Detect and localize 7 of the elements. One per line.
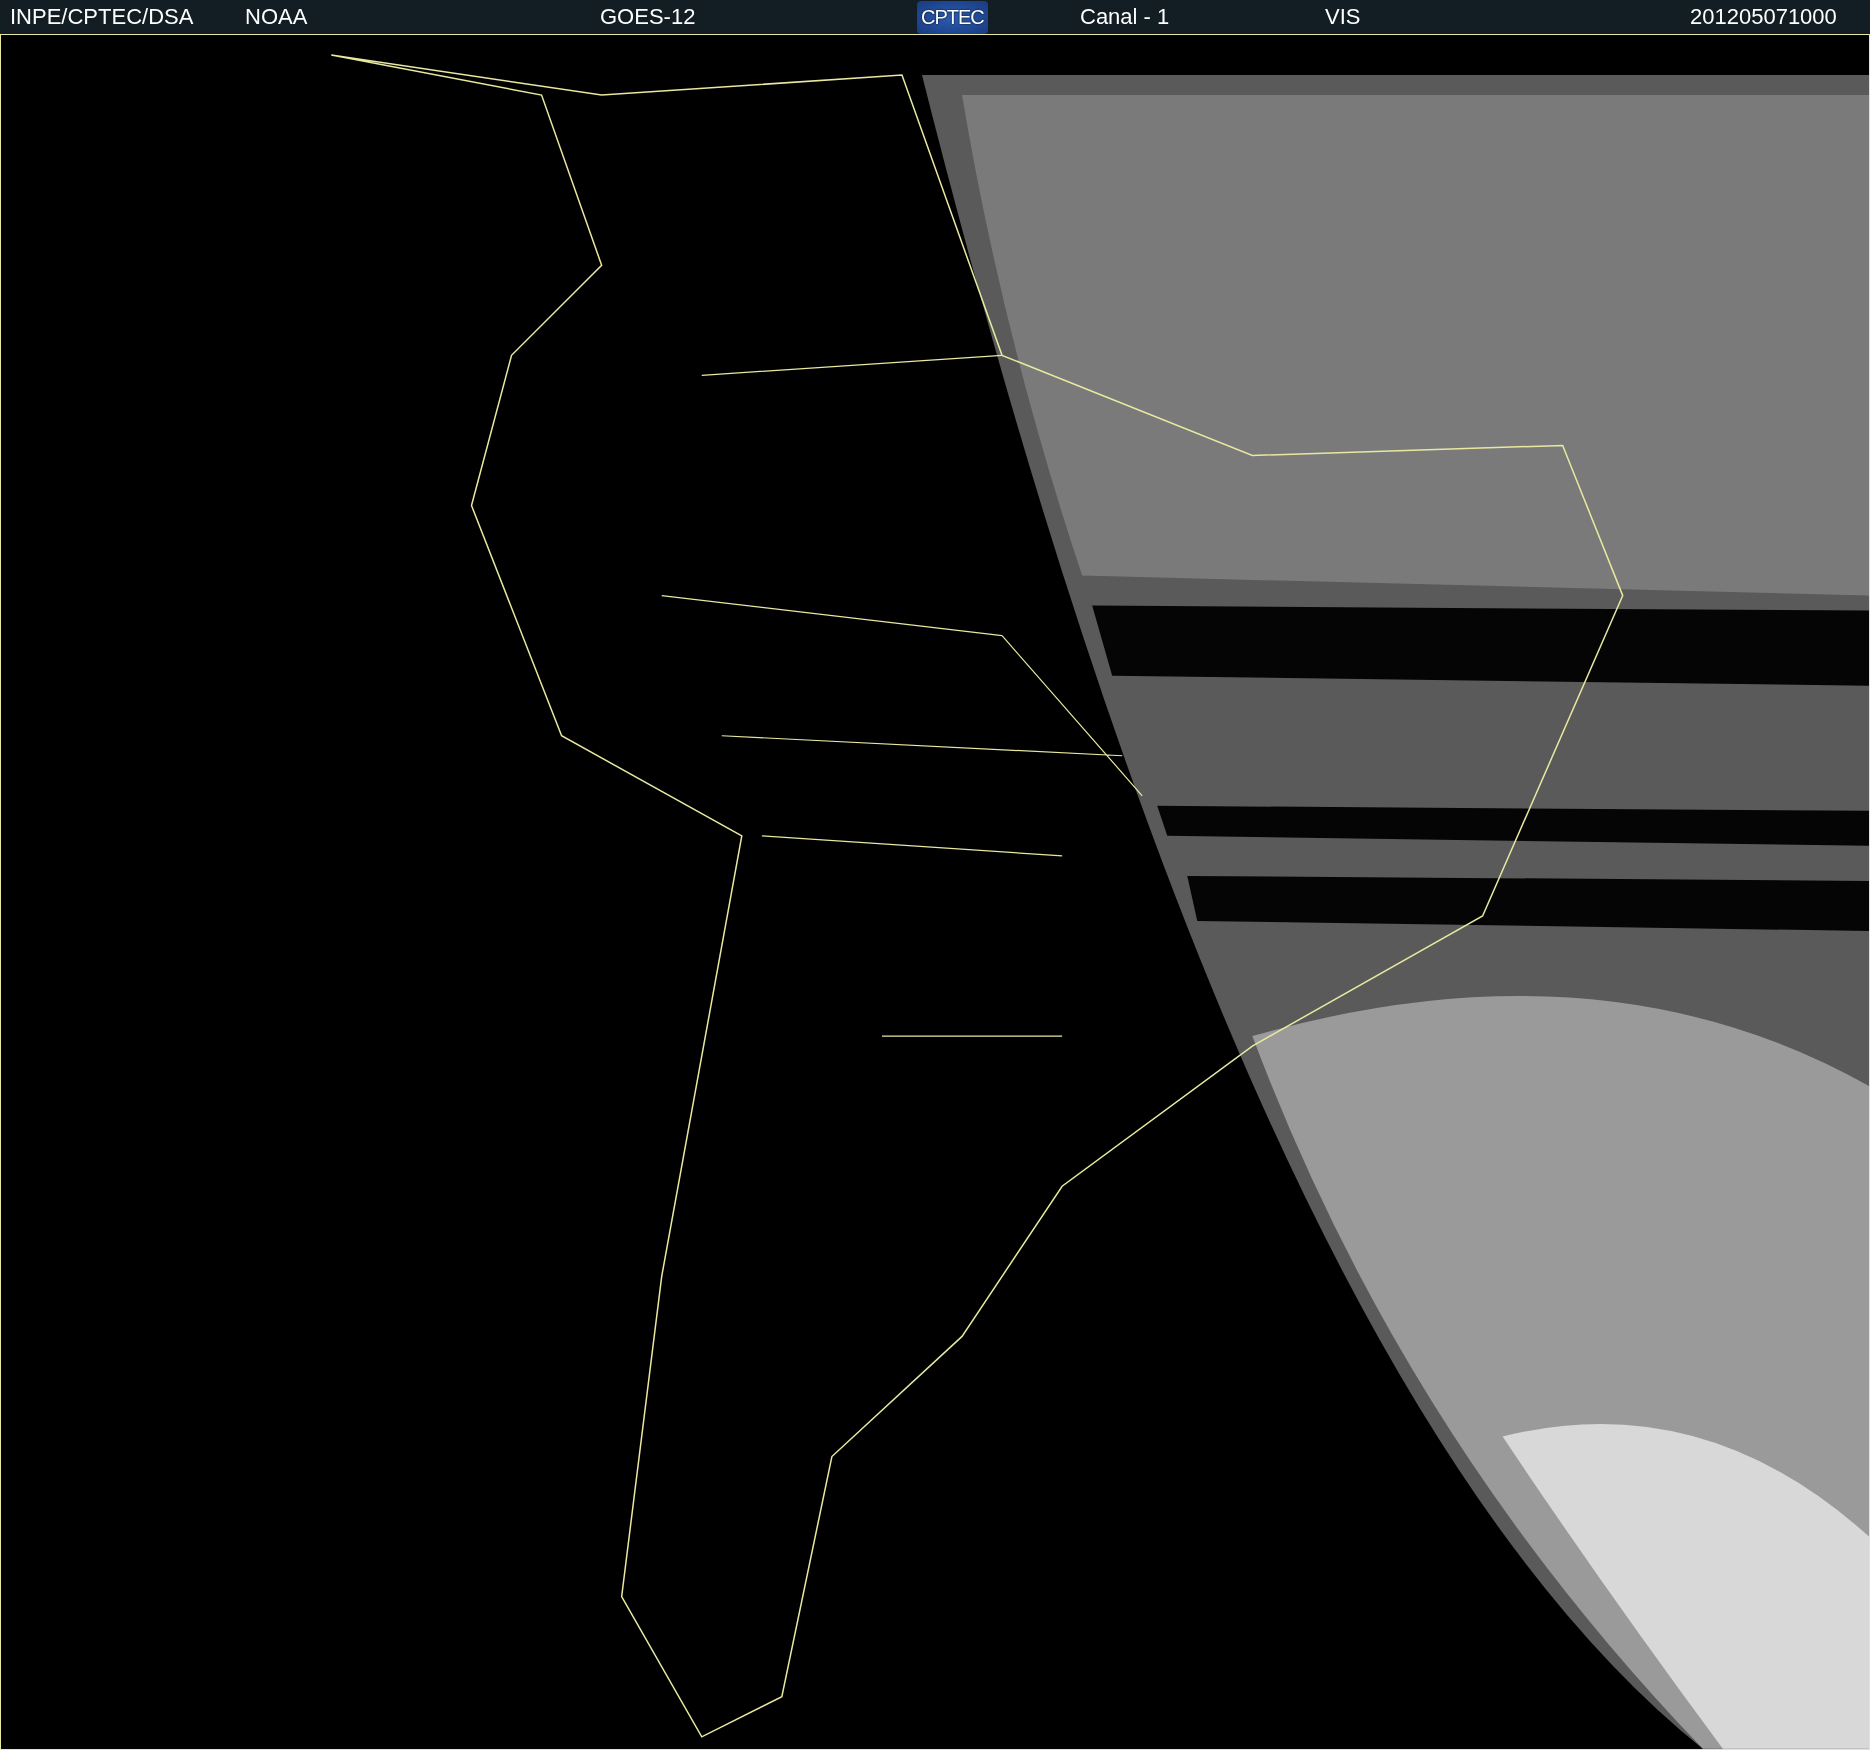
band-label: VIS <box>1325 4 1361 31</box>
logo: CPTEC <box>917 0 988 34</box>
agency-label: NOAA <box>245 4 308 31</box>
satellite-label: GOES-12 <box>600 4 696 31</box>
source-label: INPE/CPTEC/DSA <box>10 4 194 31</box>
channel-label: Canal - 1 <box>1080 4 1170 31</box>
timestamp-label: 201205071000 <box>1690 4 1837 31</box>
